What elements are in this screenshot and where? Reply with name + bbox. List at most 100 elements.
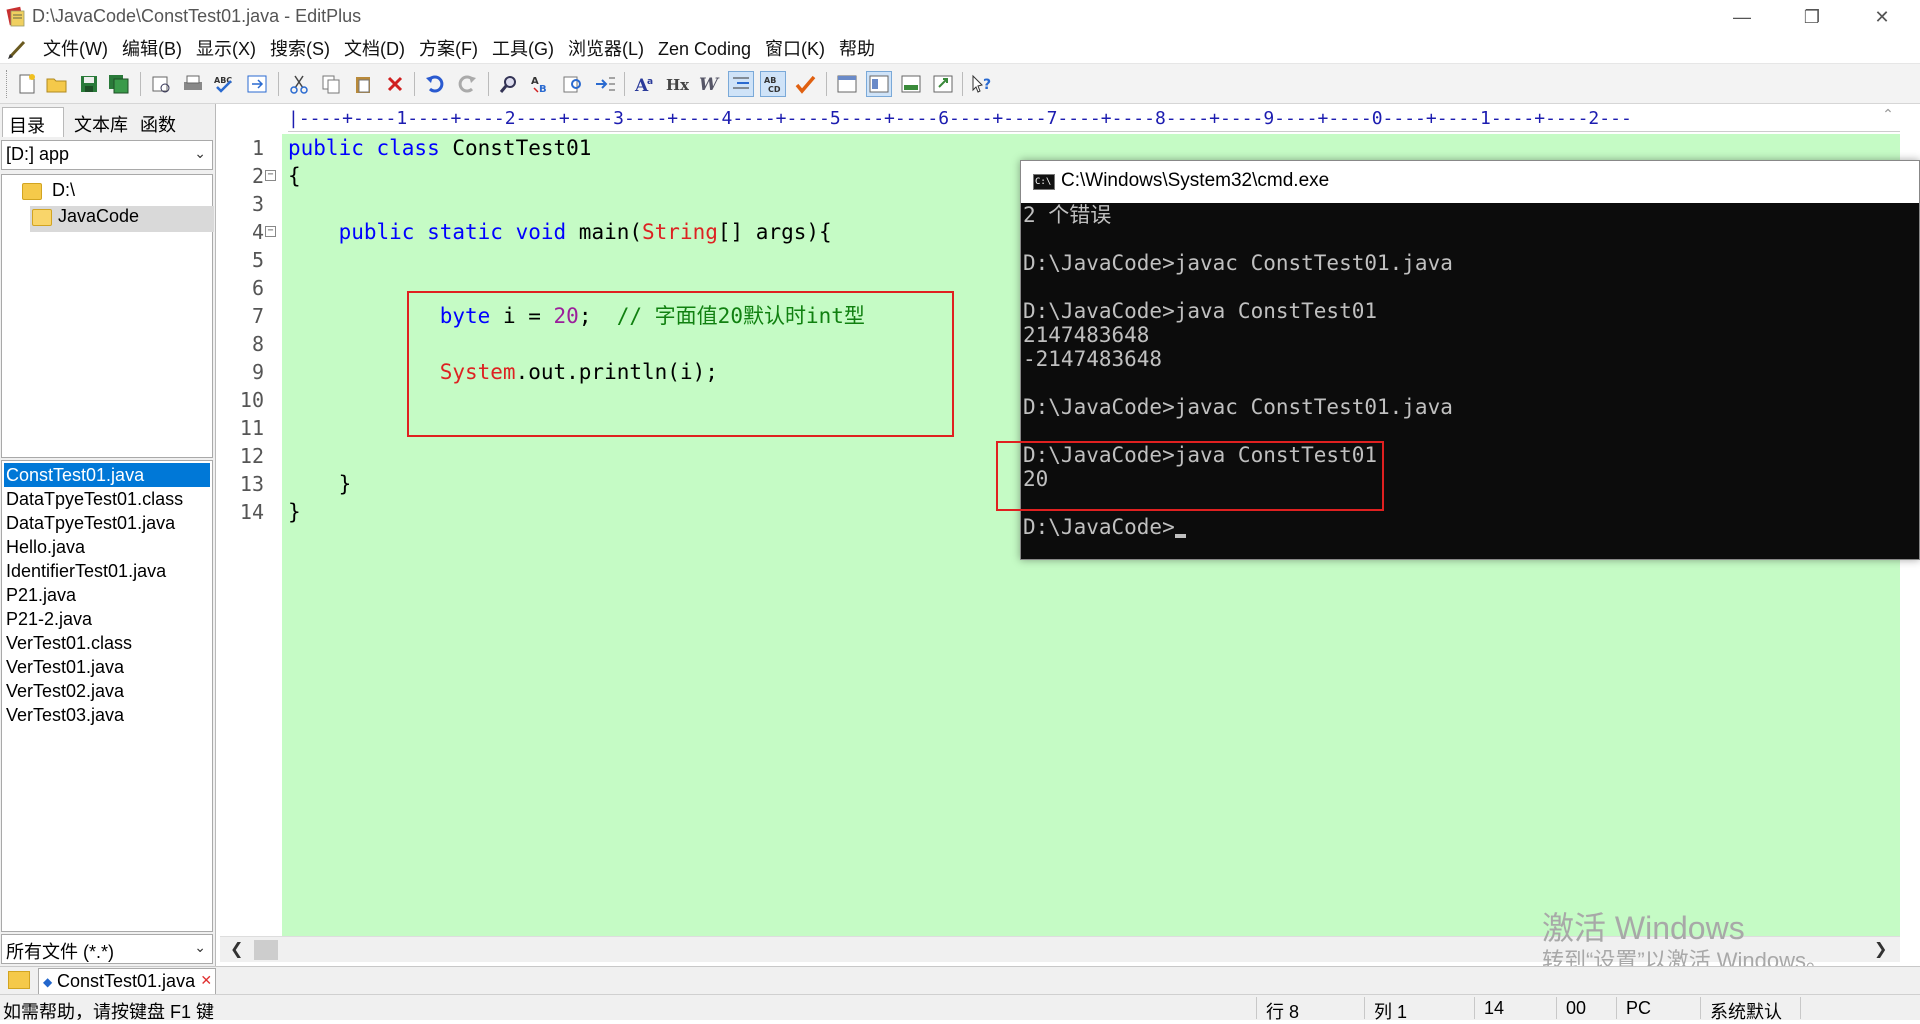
menu-document[interactable]: 文档(D) [337,37,412,61]
folder-icon[interactable] [8,971,30,989]
restore-button[interactable]: ❐ [1782,0,1842,34]
console-line: 2147483648 [1023,323,1150,347]
file-item[interactable]: P21.java [4,583,78,607]
file-item[interactable]: VerTest01.java [4,655,126,679]
scrollbar-thumb[interactable] [254,940,278,960]
cut-icon[interactable] [286,71,312,97]
cmd-title: C:\Windows\System32\cmd.exe [1061,170,1330,191]
scroll-left-arrow-icon[interactable]: ❮ [230,939,243,959]
goto-line-icon[interactable] [592,71,618,97]
file-item[interactable]: DataTpyeTest01.java [4,511,177,535]
close-tab-icon[interactable]: ✕ [200,972,212,989]
line-number: 1 [251,136,264,160]
file-item[interactable]: Hello.java [4,535,87,559]
line-number: 13 [239,472,264,496]
copy-icon[interactable] [318,71,344,97]
pen-icon [8,40,26,59]
undo-icon[interactable] [422,71,448,97]
word-wrap-icon[interactable]: W [696,71,722,97]
scroll-right-arrow-icon[interactable]: ❯ [1874,939,1887,959]
menu-project[interactable]: 方案(F) [412,37,485,61]
font-icon[interactable]: Aa [632,71,658,97]
tree-item-drive-root[interactable]: D:\ [52,180,75,201]
editplus-app-icon [6,6,25,27]
file-item[interactable]: P21-2.java [4,607,94,631]
new-file-icon[interactable] [14,71,40,97]
status-line-ending[interactable]: PC [1626,998,1651,1019]
redo-icon[interactable] [454,71,480,97]
replace-icon[interactable]: AB [528,71,554,97]
document-tab-label: ConstTest01.java [57,971,196,991]
save-all-icon[interactable] [106,71,132,97]
print-icon[interactable] [180,71,206,97]
console-line: D:\JavaCode>java ConstTest01 [1023,299,1378,323]
code-line-1: public class ConstTest01 [288,136,592,160]
file-filter-select[interactable]: 所有文件 (*.*) ⌄ [1,934,213,964]
open-file-icon[interactable] [44,71,70,97]
tree-item-javacode[interactable]: JavaCode [58,206,139,227]
file-item[interactable]: VerTest03.java [4,703,126,727]
print-preview-icon[interactable] [148,71,174,97]
line-number: 3 [251,192,264,216]
cmd-title-bar[interactable]: C:\ C:\Windows\System32\cmd.exe [1021,161,1919,203]
html-tag-icon[interactable]: Hx [664,71,690,97]
menu-file[interactable]: 文件(W) [36,37,115,61]
indent-icon[interactable] [728,71,754,97]
browser-preview-icon[interactable] [244,71,270,97]
code-highlight-box [407,291,954,437]
menu-edit[interactable]: 编辑(B) [115,37,189,61]
directory-panel: 目录 文本库 函数 [D:] app ⌄ D:\ JavaCode ConstT… [0,104,216,966]
menu-window[interactable]: 窗口(K) [758,37,832,61]
close-button[interactable]: ✕ [1852,0,1912,34]
code-line-13: } [288,500,301,524]
context-help-icon[interactable]: ? [970,71,996,97]
file-item[interactable]: ConstTest01.java [4,463,210,487]
column-select-icon[interactable]: AB CD [760,71,786,97]
spellcheck-icon[interactable]: ABC [212,71,238,97]
status-encoding[interactable]: 系统默认 [1710,998,1782,1024]
svg-text:A: A [531,76,539,87]
delete-icon[interactable] [382,71,408,97]
status-help-text: 如需帮助，请按键盘 F1 键 [3,1002,215,1022]
drive-select-value: [D:] app [6,144,70,164]
show-directory-icon[interactable] [834,71,860,97]
save-icon[interactable] [76,71,102,97]
title-bar: D:\JavaCode\ConstTest01.java - EditPlus … [0,0,1920,34]
output-window-icon[interactable] [898,71,924,97]
paste-icon[interactable] [350,71,376,97]
document-tab-consttest01[interactable]: ◆ ConstTest01.java ✕ [38,968,217,994]
file-item[interactable]: VerTest01.class [4,631,134,655]
minimize-button[interactable]: — [1712,0,1772,34]
show-ruler-icon[interactable] [866,71,892,97]
fold-toggle-icon[interactable]: − [265,170,276,181]
tab-cliptext[interactable]: 文本库 [68,107,134,137]
find-in-files-icon[interactable] [560,71,586,97]
menu-zen-coding[interactable]: Zen Coding [651,37,758,61]
line-number: 6 [251,276,264,300]
file-item[interactable]: IdentifierTest01.java [4,559,168,583]
cmd-icon: C:\ [1033,174,1055,190]
folder-icon [22,183,42,200]
line-number: 8 [251,332,264,356]
find-icon[interactable] [496,71,522,97]
drive-select[interactable]: [D:] app ⌄ [1,140,213,170]
console-line: 2 个错误 [1023,203,1112,227]
menu-view[interactable]: 显示(X) [189,37,263,61]
svg-text:CD: CD [768,85,781,94]
menu-search[interactable]: 搜索(S) [263,37,337,61]
scroll-up-arrow-icon[interactable]: ⌃ [1878,106,1898,132]
check-icon[interactable] [792,71,818,97]
menu-tools[interactable]: 工具(G) [485,37,561,61]
console-prompt-line: D:\JavaCode> [1023,515,1186,539]
tab-functions[interactable]: 函数 [134,107,182,137]
fold-toggle-icon[interactable]: − [265,226,276,237]
code-line-4: public static void main(String[] args){ [338,220,832,244]
fullscreen-icon[interactable] [930,71,956,97]
text-cursor [1174,534,1186,538]
menu-browser[interactable]: 浏览器(L) [561,37,651,61]
file-item[interactable]: DataTpyeTest01.class [4,487,185,511]
tab-directory[interactable]: 目录 [2,107,64,137]
file-item[interactable]: VerTest02.java [4,679,126,703]
line-number-gutter: 1 2− 3 4− 5 6 7 8 9 10 11 12 13 14 [220,134,282,934]
menu-help[interactable]: 帮助 [832,37,882,61]
